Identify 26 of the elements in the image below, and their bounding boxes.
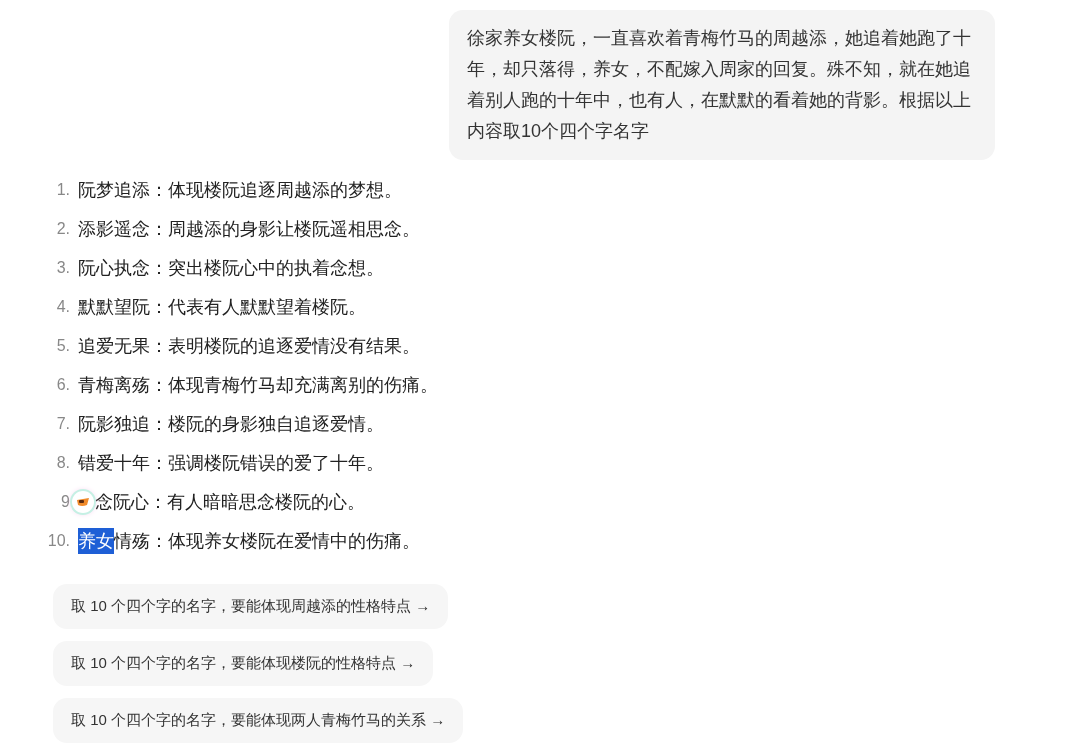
- list-number: 2.: [55, 220, 70, 237]
- assistant-bubble-icon[interactable]: [72, 490, 94, 513]
- suggestion-button[interactable]: 取 10 个四个字的名字，要能体现两人青梅竹马的关系 →: [53, 698, 464, 743]
- list-number: 7.: [55, 415, 70, 432]
- suggestion-button[interactable]: 取 10 个四个字的名字，要能体现楼阮的性格特点 →: [53, 641, 434, 686]
- list-number: 6.: [55, 376, 70, 393]
- answer-text: 追爱无果：表明楼阮的追逐爱情没有结果。: [78, 334, 420, 358]
- list-number: 4.: [55, 298, 70, 315]
- answer-text: 默默望阮：代表有人默默望着楼阮。: [78, 295, 366, 319]
- list-number: 10.: [46, 532, 70, 549]
- answer-text: 错爱十年：强调楼阮错误的爱了十年。: [78, 451, 384, 475]
- answer-text: 青梅离殇：体现青梅竹马却充满离别的伤痛。: [78, 373, 438, 397]
- list-number: 5.: [55, 337, 70, 354]
- suggestion-button[interactable]: 取 10 个四个字的名字，要能体现周越添的性格特点 →: [53, 584, 449, 629]
- user-message: 徐家养女楼阮，一直喜欢着青梅竹马的周越添，她追着她跑了十年，却只落得，养女，不配嫁入周家的回复。殊不知，就在她追着别人跑的十年中，也有人，在默默的看着她的背影。根据以上内容取10个四个字名字: [449, 10, 995, 160]
- answer-text: 阮心执念：突出楼阮心中的执着念想。: [78, 256, 384, 280]
- answer-text: 添影遥念：周越添的身影让楼阮遥相思念。: [78, 217, 420, 241]
- list-number: 8.: [55, 454, 70, 471]
- answer-text: 念阮心：有人暗暗思念楼阮的心。: [95, 490, 365, 514]
- list-number: 9: [60, 493, 70, 510]
- selected-text: 养女: [78, 527, 114, 554]
- list-number: 1.: [55, 181, 70, 198]
- answer-text: 情殇：体现养女楼阮在爱情中的伤痛。: [114, 529, 420, 553]
- list-number: 3.: [55, 259, 70, 276]
- answer-text: 阮影独追：楼阮的身影独自追逐爱情。: [78, 412, 384, 436]
- answer-text: 阮梦追添：体现楼阮追逐周越添的梦想。: [78, 178, 402, 202]
